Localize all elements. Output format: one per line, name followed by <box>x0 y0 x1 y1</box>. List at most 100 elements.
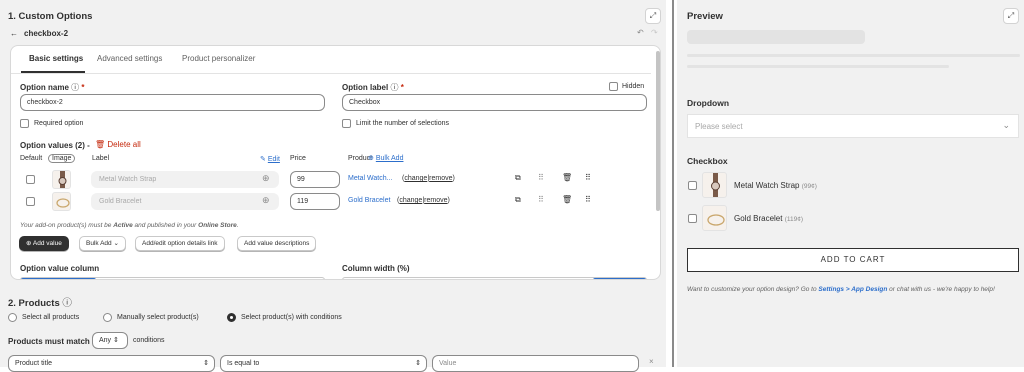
condition-field-select[interactable]: Product title ⇕ <box>8 355 215 372</box>
close-icon[interactable]: × <box>649 357 654 366</box>
default-checkbox-2[interactable] <box>26 197 35 206</box>
drag-handle-icon[interactable]: ⠿ <box>538 195 544 204</box>
product-link-1[interactable]: Metal Watch... <box>348 175 392 182</box>
radio-manual-products[interactable] <box>103 313 112 322</box>
bulk-add-button[interactable]: Bulk Add ⌄ <box>79 236 126 251</box>
hidden-label: Hidden <box>622 83 645 90</box>
column-width-slider[interactable] <box>342 277 647 279</box>
column-width-label: Column width (%) <box>342 264 410 273</box>
add-edit-details-button[interactable]: Add/edit option details link <box>135 236 225 251</box>
help-icon: ⓘ <box>62 298 72 309</box>
condition-operator-select[interactable]: Is equal to ⇕ <box>220 355 427 372</box>
dropdown-title: Dropdown <box>687 98 730 108</box>
product-link-2[interactable]: Gold Bracelet <box>348 197 390 204</box>
tab-advanced-settings[interactable]: Advanced settings <box>97 54 162 63</box>
expand-icon[interactable]: ⤢ <box>645 8 661 24</box>
hidden-checkbox[interactable] <box>609 82 618 91</box>
plus-circle-icon[interactable]: ⊕ <box>262 195 270 206</box>
dropdown-select[interactable]: Please select ⌄ <box>687 114 1019 138</box>
option-label-input[interactable]: Checkbox <box>342 94 647 111</box>
option-name-input[interactable]: checkbox-2 <box>20 94 325 111</box>
default-checkbox-1[interactable] <box>26 175 35 184</box>
option-settings-card: Basic settings Advanced settings Product… <box>10 45 661 280</box>
preview-image-2 <box>702 205 727 231</box>
option-name-heading: checkbox-2 <box>24 29 69 38</box>
col-label: Label <box>92 155 110 162</box>
conditions-label: conditions <box>133 337 165 344</box>
add-value-button[interactable]: ⊕ Add value <box>19 236 69 251</box>
duplicate-icon[interactable]: ⧉ <box>515 195 521 205</box>
tab-product-personalizer[interactable]: Product personalizer <box>182 54 255 63</box>
design-note: Want to customize your option design? Go… <box>687 286 995 293</box>
app-design-link[interactable]: Settings > App Design <box>818 286 887 293</box>
option-values-title: Option values (2) - <box>20 141 90 150</box>
expand-icon[interactable]: ⤢ <box>1003 8 1019 24</box>
preview-checkbox-1[interactable] <box>688 181 697 190</box>
back-link[interactable]: ← checkbox-2 <box>10 29 68 38</box>
add-descriptions-button[interactable]: Add value descriptions <box>237 236 317 251</box>
tab-basic-settings[interactable]: Basic settings <box>29 54 83 63</box>
chevron-down-icon: ⌄ <box>113 240 119 247</box>
condition-value-input[interactable]: Value <box>432 355 639 372</box>
plus-circle-icon[interactable]: ⊕ <box>262 173 270 184</box>
undo-icon[interactable]: ↶ <box>637 28 644 37</box>
arrow-left-icon: ← <box>10 29 18 38</box>
preview-panel: Preview ⤢ Dropdown Please select ⌄ Check… <box>677 0 1024 367</box>
addon-note: Your add-on product(s) must be Active an… <box>20 222 239 229</box>
redo-icon[interactable]: ↷ <box>651 28 658 37</box>
duplicate-icon[interactable]: ⧉ <box>515 173 521 183</box>
pencil-icon: ✎ <box>260 156 266 163</box>
preview-item-2: Gold Bracelet (119¢) <box>734 214 804 223</box>
change-link-2[interactable]: change <box>399 197 422 204</box>
radio-conditions-label: Select product(s) with conditions <box>241 314 342 321</box>
drag-handle-icon[interactable]: ⠿ <box>538 173 544 182</box>
add-to-cart-button[interactable]: ADD TO CART <box>687 248 1019 272</box>
col-price: Price <box>290 155 306 162</box>
select-arrows-icon: ⇕ <box>203 360 209 367</box>
option-label-input-1[interactable]: Metal Watch Strap <box>91 171 279 188</box>
bulk-add-link[interactable]: ⊕ Bulk Add <box>368 154 403 162</box>
option-value-column-select[interactable] <box>20 277 325 279</box>
preview-image-1 <box>702 172 727 198</box>
limit-selections-label: Limit the number of selections <box>356 120 449 127</box>
drag-handle-icon[interactable]: ⠿ <box>585 173 591 182</box>
remove-link-2[interactable]: remove <box>424 197 447 204</box>
radio-conditions[interactable] <box>227 313 236 322</box>
preview-checkbox-2[interactable] <box>688 214 697 223</box>
select-arrows-icon: ⇕ <box>415 360 421 367</box>
trash-icon: 🗑 <box>95 140 106 149</box>
required-option-label: Required option <box>34 120 84 127</box>
price-input-2[interactable]: 119 <box>290 193 340 210</box>
change-remove-2: (change|remove) <box>397 197 450 204</box>
option-label-input-2[interactable]: Gold Bracelet <box>91 193 279 210</box>
option-label-label: Option label ⓘ * <box>342 83 404 92</box>
delete-all-link[interactable]: 🗑 Delete all <box>95 140 141 149</box>
trash-icon[interactable]: 🗑 <box>562 173 572 182</box>
panel-divider[interactable] <box>672 0 674 367</box>
edit-link[interactable]: ✎ Edit <box>260 155 280 163</box>
help-icon: ⓘ <box>390 83 399 92</box>
tab-divider <box>11 73 651 74</box>
limit-selections-checkbox[interactable] <box>342 119 351 128</box>
remove-link-1[interactable]: remove <box>429 175 452 182</box>
option-name-label: Option name ⓘ * <box>20 83 85 92</box>
trash-icon[interactable]: 🗑 <box>562 195 572 204</box>
select-arrows-icon: ⇕ <box>113 337 119 344</box>
price-input-1[interactable]: 99 <box>290 171 340 188</box>
text-placeholder <box>687 54 1020 57</box>
radio-all-products-label: Select all products <box>22 314 80 321</box>
radio-all-products[interactable] <box>8 313 17 322</box>
must-match-label: Products must match <box>8 337 90 346</box>
radio-manual-products-label: Manually select product(s) <box>117 314 199 321</box>
option-image-2[interactable] <box>52 192 71 211</box>
col-image: Image <box>48 154 76 163</box>
card-scrollbar[interactable] <box>656 51 660 211</box>
required-option-checkbox[interactable] <box>20 119 29 128</box>
drag-handle-icon[interactable]: ⠿ <box>585 195 591 204</box>
col-default: Default <box>20 155 43 162</box>
preview-title: Preview <box>687 11 723 22</box>
option-image-1[interactable] <box>52 170 71 189</box>
match-select[interactable]: Any ⇕ <box>92 332 128 349</box>
plus-circle-icon: ⊕ <box>368 155 374 162</box>
change-link-1[interactable]: change <box>404 175 427 182</box>
